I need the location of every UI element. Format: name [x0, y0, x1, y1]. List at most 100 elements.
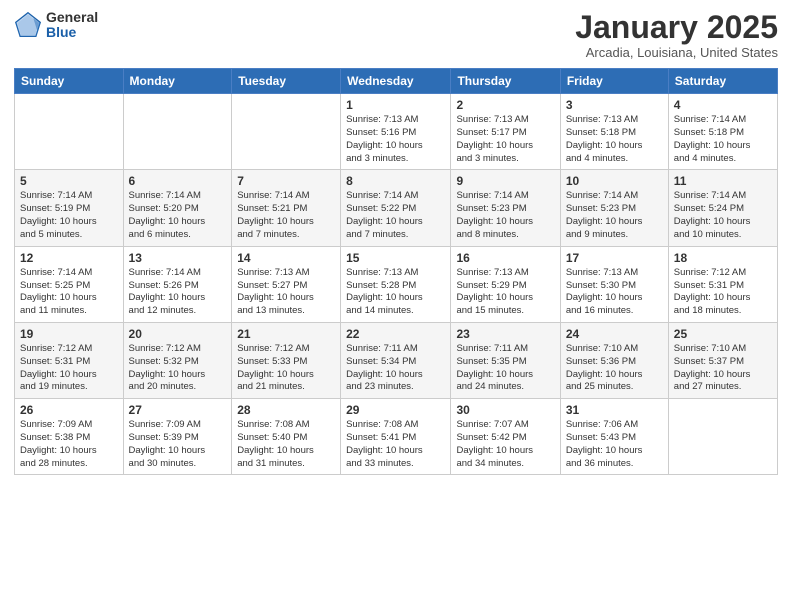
day-info-text: Sunrise: 7:14 AM Sunset: 5:22 PM Dayligh… — [346, 190, 445, 241]
day-info-text: Sunrise: 7:08 AM Sunset: 5:40 PM Dayligh… — [237, 419, 335, 470]
day-info-text: Sunrise: 7:09 AM Sunset: 5:39 PM Dayligh… — [129, 419, 227, 470]
day-number: 29 — [346, 403, 445, 417]
day-cell-2-5: 9Sunrise: 7:14 AM Sunset: 5:23 PM Daylig… — [451, 170, 560, 246]
day-number: 8 — [346, 174, 445, 188]
day-cell-1-4: 1 Sunrise: 7:13 AM Sunset: 5:16 PM Daylig… — [341, 94, 451, 170]
day-number: 19 — [20, 327, 118, 341]
day-cell-3-7: 18 Sunrise: 7:12 AM Sunset: 5:31 PM Dayli… — [668, 246, 777, 322]
day-cell-3-4: 15 Sunrise: 7:13 AM Sunset: 5:28 PM Dayli… — [341, 246, 451, 322]
day-cell-3-3: 14 Sunrise: 7:13 AM Sunset: 5:27 PM Dayli… — [232, 246, 341, 322]
day-cell-4-3: 21Sunrise: 7:12 AM Sunset: 5:33 PM Dayli… — [232, 322, 341, 398]
page: General Blue January 2025 Arcadia, Louis… — [0, 0, 792, 612]
logo-general-text: General — [46, 10, 98, 25]
day-info-text: Sunrise: 7:14 AM Sunset: 5:20 PM Dayligh… — [129, 190, 227, 241]
week-row-3: 12 Sunrise: 7:14 AM Sunset: 5:25 PM Dayli… — [15, 246, 778, 322]
day-info-text: Sunrise: 7:14 AM Sunset: 5:21 PM Dayligh… — [237, 190, 335, 241]
day-info-text: Sunrise: 7:12 AM Sunset: 5:32 PM Dayligh… — [129, 343, 227, 394]
day-cell-5-1: 26Sunrise: 7:09 AM Sunset: 5:38 PM Dayli… — [15, 399, 124, 475]
header-monday: Monday — [123, 69, 232, 94]
header-tuesday: Tuesday — [232, 69, 341, 94]
day-cell-2-3: 7 Sunrise: 7:14 AM Sunset: 5:21 PM Daylig… — [232, 170, 341, 246]
day-info-text: Sunrise: 7:12 AM Sunset: 5:31 PM Dayligh… — [674, 267, 772, 318]
calendar-table: Sunday Monday Tuesday Wednesday Thursday… — [14, 68, 778, 475]
day-info-text: Sunrise: 7:13 AM Sunset: 5:17 PM Dayligh… — [456, 114, 554, 165]
day-cell-1-3 — [232, 94, 341, 170]
day-number: 10 — [566, 174, 663, 188]
day-cell-5-5: 30Sunrise: 7:07 AM Sunset: 5:42 PM Dayli… — [451, 399, 560, 475]
day-cell-5-7 — [668, 399, 777, 475]
weekday-header-row: Sunday Monday Tuesday Wednesday Thursday… — [15, 69, 778, 94]
day-cell-4-4: 22 Sunrise: 7:11 AM Sunset: 5:34 PM Dayli… — [341, 322, 451, 398]
day-cell-2-6: 10 Sunrise: 7:14 AM Sunset: 5:23 PM Dayli… — [560, 170, 668, 246]
day-number: 16 — [456, 251, 554, 265]
day-number: 15 — [346, 251, 445, 265]
logo-text: General Blue — [46, 10, 98, 41]
day-number: 23 — [456, 327, 554, 341]
day-cell-1-5: 2 Sunrise: 7:13 AM Sunset: 5:17 PM Daylig… — [451, 94, 560, 170]
day-cell-3-1: 12 Sunrise: 7:14 AM Sunset: 5:25 PM Dayli… — [15, 246, 124, 322]
day-number: 18 — [674, 251, 772, 265]
day-info-text: Sunrise: 7:13 AM Sunset: 5:27 PM Dayligh… — [237, 267, 335, 318]
day-info-text: Sunrise: 7:11 AM Sunset: 5:34 PM Dayligh… — [346, 343, 445, 394]
day-number: 20 — [129, 327, 227, 341]
week-row-2: 5 Sunrise: 7:14 AM Sunset: 5:19 PM Daylig… — [15, 170, 778, 246]
day-number: 25 — [674, 327, 772, 341]
day-number: 13 — [129, 251, 227, 265]
day-number: 22 — [346, 327, 445, 341]
day-info-text: Sunrise: 7:10 AM Sunset: 5:37 PM Dayligh… — [674, 343, 772, 394]
day-cell-1-2 — [123, 94, 232, 170]
day-info-text: Sunrise: 7:14 AM Sunset: 5:18 PM Dayligh… — [674, 114, 772, 165]
day-cell-5-2: 27 Sunrise: 7:09 AM Sunset: 5:39 PM Dayli… — [123, 399, 232, 475]
day-cell-2-2: 6 Sunrise: 7:14 AM Sunset: 5:20 PM Daylig… — [123, 170, 232, 246]
day-info-text: Sunrise: 7:13 AM Sunset: 5:28 PM Dayligh… — [346, 267, 445, 318]
day-number: 14 — [237, 251, 335, 265]
day-number: 28 — [237, 403, 335, 417]
day-number: 2 — [456, 98, 554, 112]
week-row-5: 26Sunrise: 7:09 AM Sunset: 5:38 PM Dayli… — [15, 399, 778, 475]
day-number: 4 — [674, 98, 772, 112]
day-cell-1-7: 4 Sunrise: 7:14 AM Sunset: 5:18 PM Daylig… — [668, 94, 777, 170]
day-number: 31 — [566, 403, 663, 417]
day-info-text: Sunrise: 7:14 AM Sunset: 5:25 PM Dayligh… — [20, 267, 118, 318]
day-info-text: Sunrise: 7:08 AM Sunset: 5:41 PM Dayligh… — [346, 419, 445, 470]
day-number: 26 — [20, 403, 118, 417]
day-cell-1-6: 3Sunrise: 7:13 AM Sunset: 5:18 PM Daylig… — [560, 94, 668, 170]
day-number: 7 — [237, 174, 335, 188]
day-cell-4-6: 24 Sunrise: 7:10 AM Sunset: 5:36 PM Dayli… — [560, 322, 668, 398]
day-cell-1-1 — [15, 94, 124, 170]
day-info-text: Sunrise: 7:12 AM Sunset: 5:31 PM Dayligh… — [20, 343, 118, 394]
day-number: 11 — [674, 174, 772, 188]
day-number: 1 — [346, 98, 445, 112]
day-info-text: Sunrise: 7:13 AM Sunset: 5:30 PM Dayligh… — [566, 267, 663, 318]
day-info-text: Sunrise: 7:13 AM Sunset: 5:16 PM Dayligh… — [346, 114, 445, 165]
header-friday: Friday — [560, 69, 668, 94]
month-title: January 2025 — [575, 10, 778, 45]
day-cell-3-6: 17 Sunrise: 7:13 AM Sunset: 5:30 PM Dayli… — [560, 246, 668, 322]
day-number: 17 — [566, 251, 663, 265]
header-thursday: Thursday — [451, 69, 560, 94]
day-number: 24 — [566, 327, 663, 341]
logo: General Blue — [14, 10, 98, 41]
week-row-4: 19 Sunrise: 7:12 AM Sunset: 5:31 PM Dayli… — [15, 322, 778, 398]
day-cell-4-5: 23 Sunrise: 7:11 AM Sunset: 5:35 PM Dayli… — [451, 322, 560, 398]
location-subtitle: Arcadia, Louisiana, United States — [575, 45, 778, 60]
day-info-text: Sunrise: 7:10 AM Sunset: 5:36 PM Dayligh… — [566, 343, 663, 394]
header-wednesday: Wednesday — [341, 69, 451, 94]
day-number: 6 — [129, 174, 227, 188]
day-number: 12 — [20, 251, 118, 265]
day-cell-4-2: 20 Sunrise: 7:12 AM Sunset: 5:32 PM Dayli… — [123, 322, 232, 398]
title-block: January 2025 Arcadia, Louisiana, United … — [575, 10, 778, 60]
day-info-text: Sunrise: 7:12 AM Sunset: 5:33 PM Dayligh… — [237, 343, 335, 394]
day-info-text: Sunrise: 7:14 AM Sunset: 5:23 PM Dayligh… — [566, 190, 663, 241]
day-info-text: Sunrise: 7:11 AM Sunset: 5:35 PM Dayligh… — [456, 343, 554, 394]
day-cell-2-7: 11Sunrise: 7:14 AM Sunset: 5:24 PM Dayli… — [668, 170, 777, 246]
day-cell-5-3: 28 Sunrise: 7:08 AM Sunset: 5:40 PM Dayli… — [232, 399, 341, 475]
header-sunday: Sunday — [15, 69, 124, 94]
day-number: 27 — [129, 403, 227, 417]
header: General Blue January 2025 Arcadia, Louis… — [14, 10, 778, 60]
day-number: 3 — [566, 98, 663, 112]
day-info-text: Sunrise: 7:14 AM Sunset: 5:19 PM Dayligh… — [20, 190, 118, 241]
day-cell-2-4: 8 Sunrise: 7:14 AM Sunset: 5:22 PM Daylig… — [341, 170, 451, 246]
day-cell-4-1: 19 Sunrise: 7:12 AM Sunset: 5:31 PM Dayli… — [15, 322, 124, 398]
day-number: 5 — [20, 174, 118, 188]
